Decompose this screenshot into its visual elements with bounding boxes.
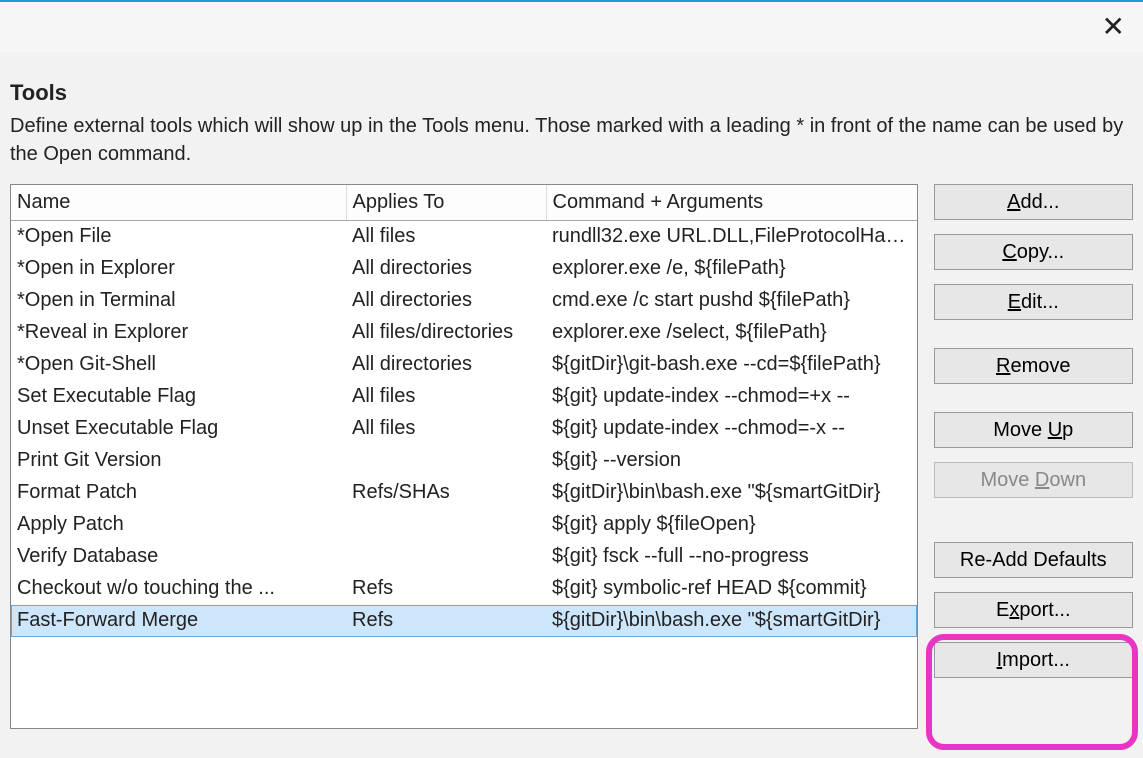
button-sidebar: Add... Copy... Edit... Remove Move Up Mo… <box>934 184 1133 678</box>
cell-applies: Refs <box>346 605 546 637</box>
table-row[interactable]: Format PatchRefs/SHAs${gitDir}\bin\bash.… <box>11 477 917 509</box>
cell-applies: All directories <box>346 349 546 381</box>
cell-name: *Open in Explorer <box>11 253 346 285</box>
cell-name: Print Git Version <box>11 445 346 477</box>
cell-name: *Open in Terminal <box>11 285 346 317</box>
cell-name: Apply Patch <box>11 509 346 541</box>
cell-name: Checkout w/o touching the ... <box>11 573 346 605</box>
cell-name: *Open Git-Shell <box>11 349 346 381</box>
table-row[interactable]: *Open FileAll filesrundll32.exe URL.DLL,… <box>11 221 917 253</box>
cell-cmd: ${git} update-index --chmod=-x -- <box>546 413 917 445</box>
edit-button[interactable]: Edit... <box>934 284 1133 320</box>
cell-name: Verify Database <box>11 541 346 573</box>
cell-applies: All files <box>346 381 546 413</box>
cell-applies: All directories <box>346 253 546 285</box>
col-applies-to[interactable]: Applies To <box>346 185 546 221</box>
cell-cmd: ${gitDir}\bin\bash.exe "${smartGitDir} <box>546 605 917 637</box>
re-add-defaults-button[interactable]: Re-Add Defaults <box>934 542 1133 578</box>
cell-name: *Open File <box>11 221 346 253</box>
remove-button[interactable]: Remove <box>934 348 1133 384</box>
page-description: Define external tools which will show up… <box>10 112 1133 168</box>
cell-name: Unset Executable Flag <box>11 413 346 445</box>
close-icon[interactable]: ✕ <box>1102 13 1125 41</box>
table-row[interactable]: Set Executable FlagAll files${git} updat… <box>11 381 917 413</box>
cell-cmd: ${git} symbolic-ref HEAD ${commit} <box>546 573 917 605</box>
col-command[interactable]: Command + Arguments <box>546 185 917 221</box>
main-layout: Name Applies To Command + Arguments *Ope… <box>10 184 1133 729</box>
copy-button[interactable]: Copy... <box>934 234 1133 270</box>
titlebar: ✕ <box>0 2 1143 52</box>
table-row[interactable]: *Open in TerminalAll directoriescmd.exe … <box>11 285 917 317</box>
cell-cmd: explorer.exe /e, ${filePath} <box>546 253 917 285</box>
cell-cmd: rundll32.exe URL.DLL,FileProtocolHandler <box>546 221 917 253</box>
cell-cmd: ${git} --version <box>546 445 917 477</box>
cell-cmd: ${git} fsck --full --no-progress <box>546 541 917 573</box>
cell-cmd: cmd.exe /c start pushd ${filePath} <box>546 285 917 317</box>
cell-cmd: ${git} update-index --chmod=+x -- <box>546 381 917 413</box>
tools-table[interactable]: Name Applies To Command + Arguments *Ope… <box>10 184 918 729</box>
cell-cmd: explorer.exe /select, ${filePath} <box>546 317 917 349</box>
table-row[interactable]: Fast-Forward MergeRefs${gitDir}\bin\bash… <box>11 605 917 637</box>
table-row[interactable]: Checkout w/o touching the ...Refs${git} … <box>11 573 917 605</box>
tools-settings-window: ✕ Tools Define external tools which will… <box>0 0 1143 758</box>
cell-applies: Refs/SHAs <box>346 477 546 509</box>
move-up-button[interactable]: Move Up <box>934 412 1133 448</box>
content-area: Tools Define external tools which will s… <box>0 52 1143 729</box>
page-title: Tools <box>10 80 1133 106</box>
cell-cmd: ${gitDir}\git-bash.exe --cd=${filePath} <box>546 349 917 381</box>
table-row[interactable]: *Open in ExplorerAll directoriesexplorer… <box>11 253 917 285</box>
table-row[interactable]: Apply Patch ${git} apply ${fileOpen} <box>11 509 917 541</box>
cell-name: Set Executable Flag <box>11 381 346 413</box>
table-row[interactable]: Print Git Version ${git} --version <box>11 445 917 477</box>
move-down-button: Move Down <box>934 462 1133 498</box>
cell-cmd: ${gitDir}\bin\bash.exe "${smartGitDir} <box>546 477 917 509</box>
table-row[interactable]: *Reveal in ExplorerAll files/directories… <box>11 317 917 349</box>
cell-applies <box>346 509 546 541</box>
cell-applies: All files <box>346 221 546 253</box>
cell-name: *Reveal in Explorer <box>11 317 346 349</box>
export-button[interactable]: Export... <box>934 592 1133 628</box>
table-header-row[interactable]: Name Applies To Command + Arguments <box>11 185 917 221</box>
import-button[interactable]: Import... <box>934 642 1133 678</box>
cell-cmd: ${git} apply ${fileOpen} <box>546 509 917 541</box>
table-row[interactable]: Unset Executable FlagAll files${git} upd… <box>11 413 917 445</box>
col-name[interactable]: Name <box>11 185 346 221</box>
cell-name: Format Patch <box>11 477 346 509</box>
add-button[interactable]: Add... <box>934 184 1133 220</box>
cell-applies: Refs <box>346 573 546 605</box>
cell-applies <box>346 541 546 573</box>
cell-name: Fast-Forward Merge <box>11 605 346 637</box>
table-row[interactable]: Verify Database ${git} fsck --full --no-p… <box>11 541 917 573</box>
cell-applies: All directories <box>346 285 546 317</box>
cell-applies: All files/directories <box>346 317 546 349</box>
cell-applies: All files <box>346 413 546 445</box>
table-row[interactable]: *Open Git-ShellAll directories${gitDir}\… <box>11 349 917 381</box>
cell-applies <box>346 445 546 477</box>
